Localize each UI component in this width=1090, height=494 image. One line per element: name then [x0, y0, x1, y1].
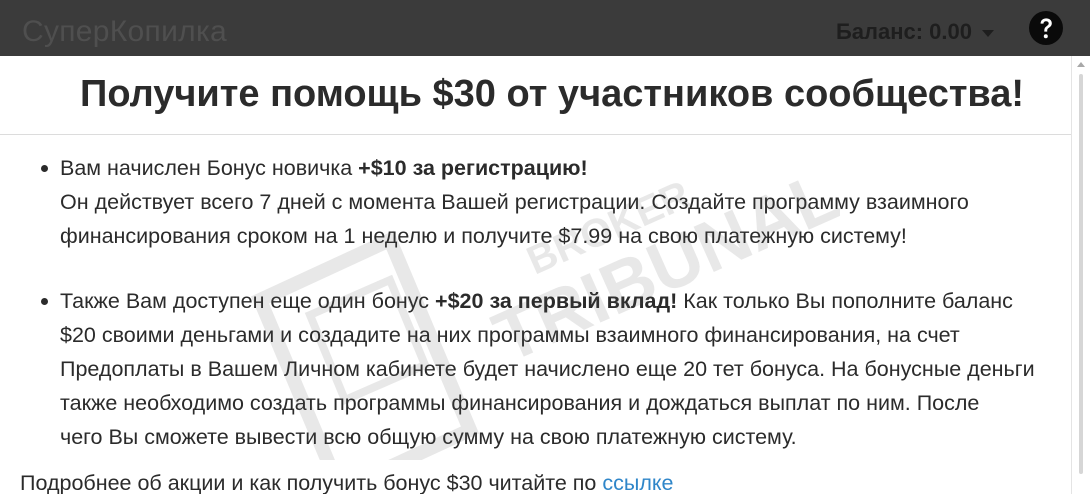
- bonus-text: Вам начислен Бонус новичка: [60, 156, 359, 180]
- footer-text: Подробнее об акции и как получить бонус …: [20, 471, 603, 494]
- app-title[interactable]: СуперКопилка: [22, 14, 227, 50]
- scroll-thumb[interactable]: [1079, 74, 1083, 474]
- bonus-line: $20 своими деньгами и создадите на них п…: [60, 323, 960, 347]
- bonus-line: Вам начислен Бонус новичка +$10 за регис…: [60, 151, 1072, 185]
- scrollbar[interactable]: [1071, 56, 1090, 494]
- bonus-text: Также Вам доступен еще один бонус: [60, 289, 436, 313]
- caret-down-icon: [982, 29, 994, 37]
- bonus-line: также необходимо создать программы финан…: [60, 391, 980, 415]
- promo-title: Получите помощь $30 от участников сообще…: [80, 73, 1025, 115]
- promo-content: Вам начислен Бонус новичка +$10 за регис…: [0, 135, 1072, 494]
- promo-footer: Подробнее об акции и как получить бонус …: [20, 466, 673, 494]
- bonus-item-registration: Вам начислен Бонус новичка +$10 за регис…: [41, 151, 1072, 253]
- promo-header: Получите помощь $30 от участников сообще…: [0, 56, 1072, 135]
- bonus-amount: +$10 за регистрацию!: [358, 156, 588, 180]
- bonus-line: чего Вы сможете вывести всю общую сумму …: [60, 425, 797, 449]
- bonus-line: Предоплаты в Вашем Личном кабинете будет…: [60, 357, 1035, 381]
- balance-dropdown[interactable]: Баланс: 0.00: [836, 18, 994, 46]
- bonus-line: финансирования сроком на 1 неделю и полу…: [60, 224, 907, 248]
- bonus-line: Он действует всего 7 дней с момента Ваше…: [60, 190, 969, 214]
- question-circle-icon[interactable]: [1028, 10, 1064, 46]
- bonus-line: Также Вам доступен еще один бонус +$20 з…: [60, 284, 1072, 318]
- bullet-icon: [41, 165, 48, 172]
- bonus-amount: +$20 за первый вклад!: [435, 289, 678, 313]
- bonus-item-first-deposit: Также Вам доступен еще один бонус +$20 з…: [41, 284, 1072, 454]
- balance-label: Баланс: 0.00: [835, 19, 972, 44]
- bonus-text: Как только Вы пополните баланс: [677, 289, 1013, 313]
- scroll-up-icon[interactable]: [1077, 62, 1085, 67]
- top-bar: СуперКопилка Баланс: 0.00: [0, 0, 1090, 56]
- details-link[interactable]: ссылке: [602, 471, 673, 494]
- bullet-icon: [41, 298, 48, 305]
